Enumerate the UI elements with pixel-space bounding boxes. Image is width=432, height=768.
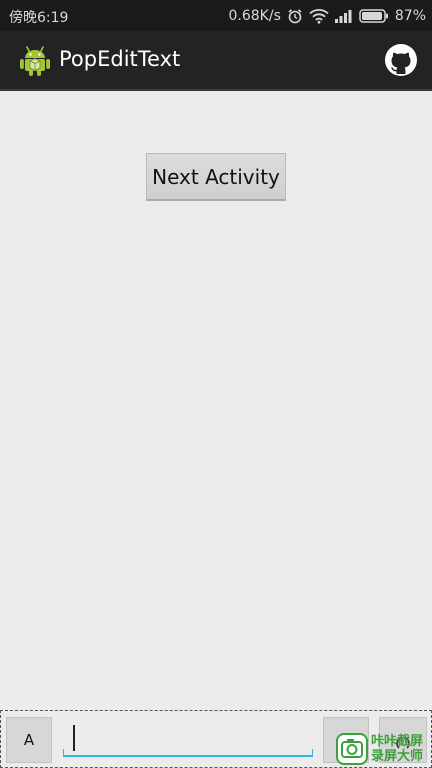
alarm-clock-icon (287, 8, 303, 24)
battery-percent: 87% (394, 8, 426, 24)
wifi-icon (309, 8, 329, 24)
text-cursor (73, 725, 75, 751)
next-activity-button[interactable]: Next Activity (146, 153, 286, 201)
recorder-watermark: 咔咔截屏 录屏大师 (336, 730, 432, 768)
action-bar: PopEditText (0, 31, 432, 91)
app-title: PopEditText (59, 47, 181, 71)
main-content: Next Activity (0, 91, 432, 710)
status-bar: 傍晚6:19 0.68K/s 87% (0, 0, 432, 31)
network-speed: 0.68K/s (228, 8, 281, 24)
camera-logo-icon (336, 733, 368, 765)
watermark-line-2: 录屏大师 (371, 749, 424, 764)
input-mode-button[interactable]: A (6, 717, 52, 763)
battery-icon (359, 9, 389, 23)
phone-screen: 傍晚6:19 0.68K/s 87% PopEditText Next Acti… (0, 0, 432, 768)
watermark-line-1: 咔咔截屏 (371, 734, 424, 749)
message-input[interactable] (63, 719, 313, 757)
android-robot-icon[interactable] (18, 43, 52, 77)
watermark-text: 咔咔截屏 录屏大师 (371, 734, 423, 764)
signal-icon (334, 9, 353, 23)
status-indicators: 0.68K/s 87% (229, 5, 427, 27)
github-icon[interactable] (384, 43, 418, 77)
status-time: 傍晚6:19 (9, 10, 69, 26)
